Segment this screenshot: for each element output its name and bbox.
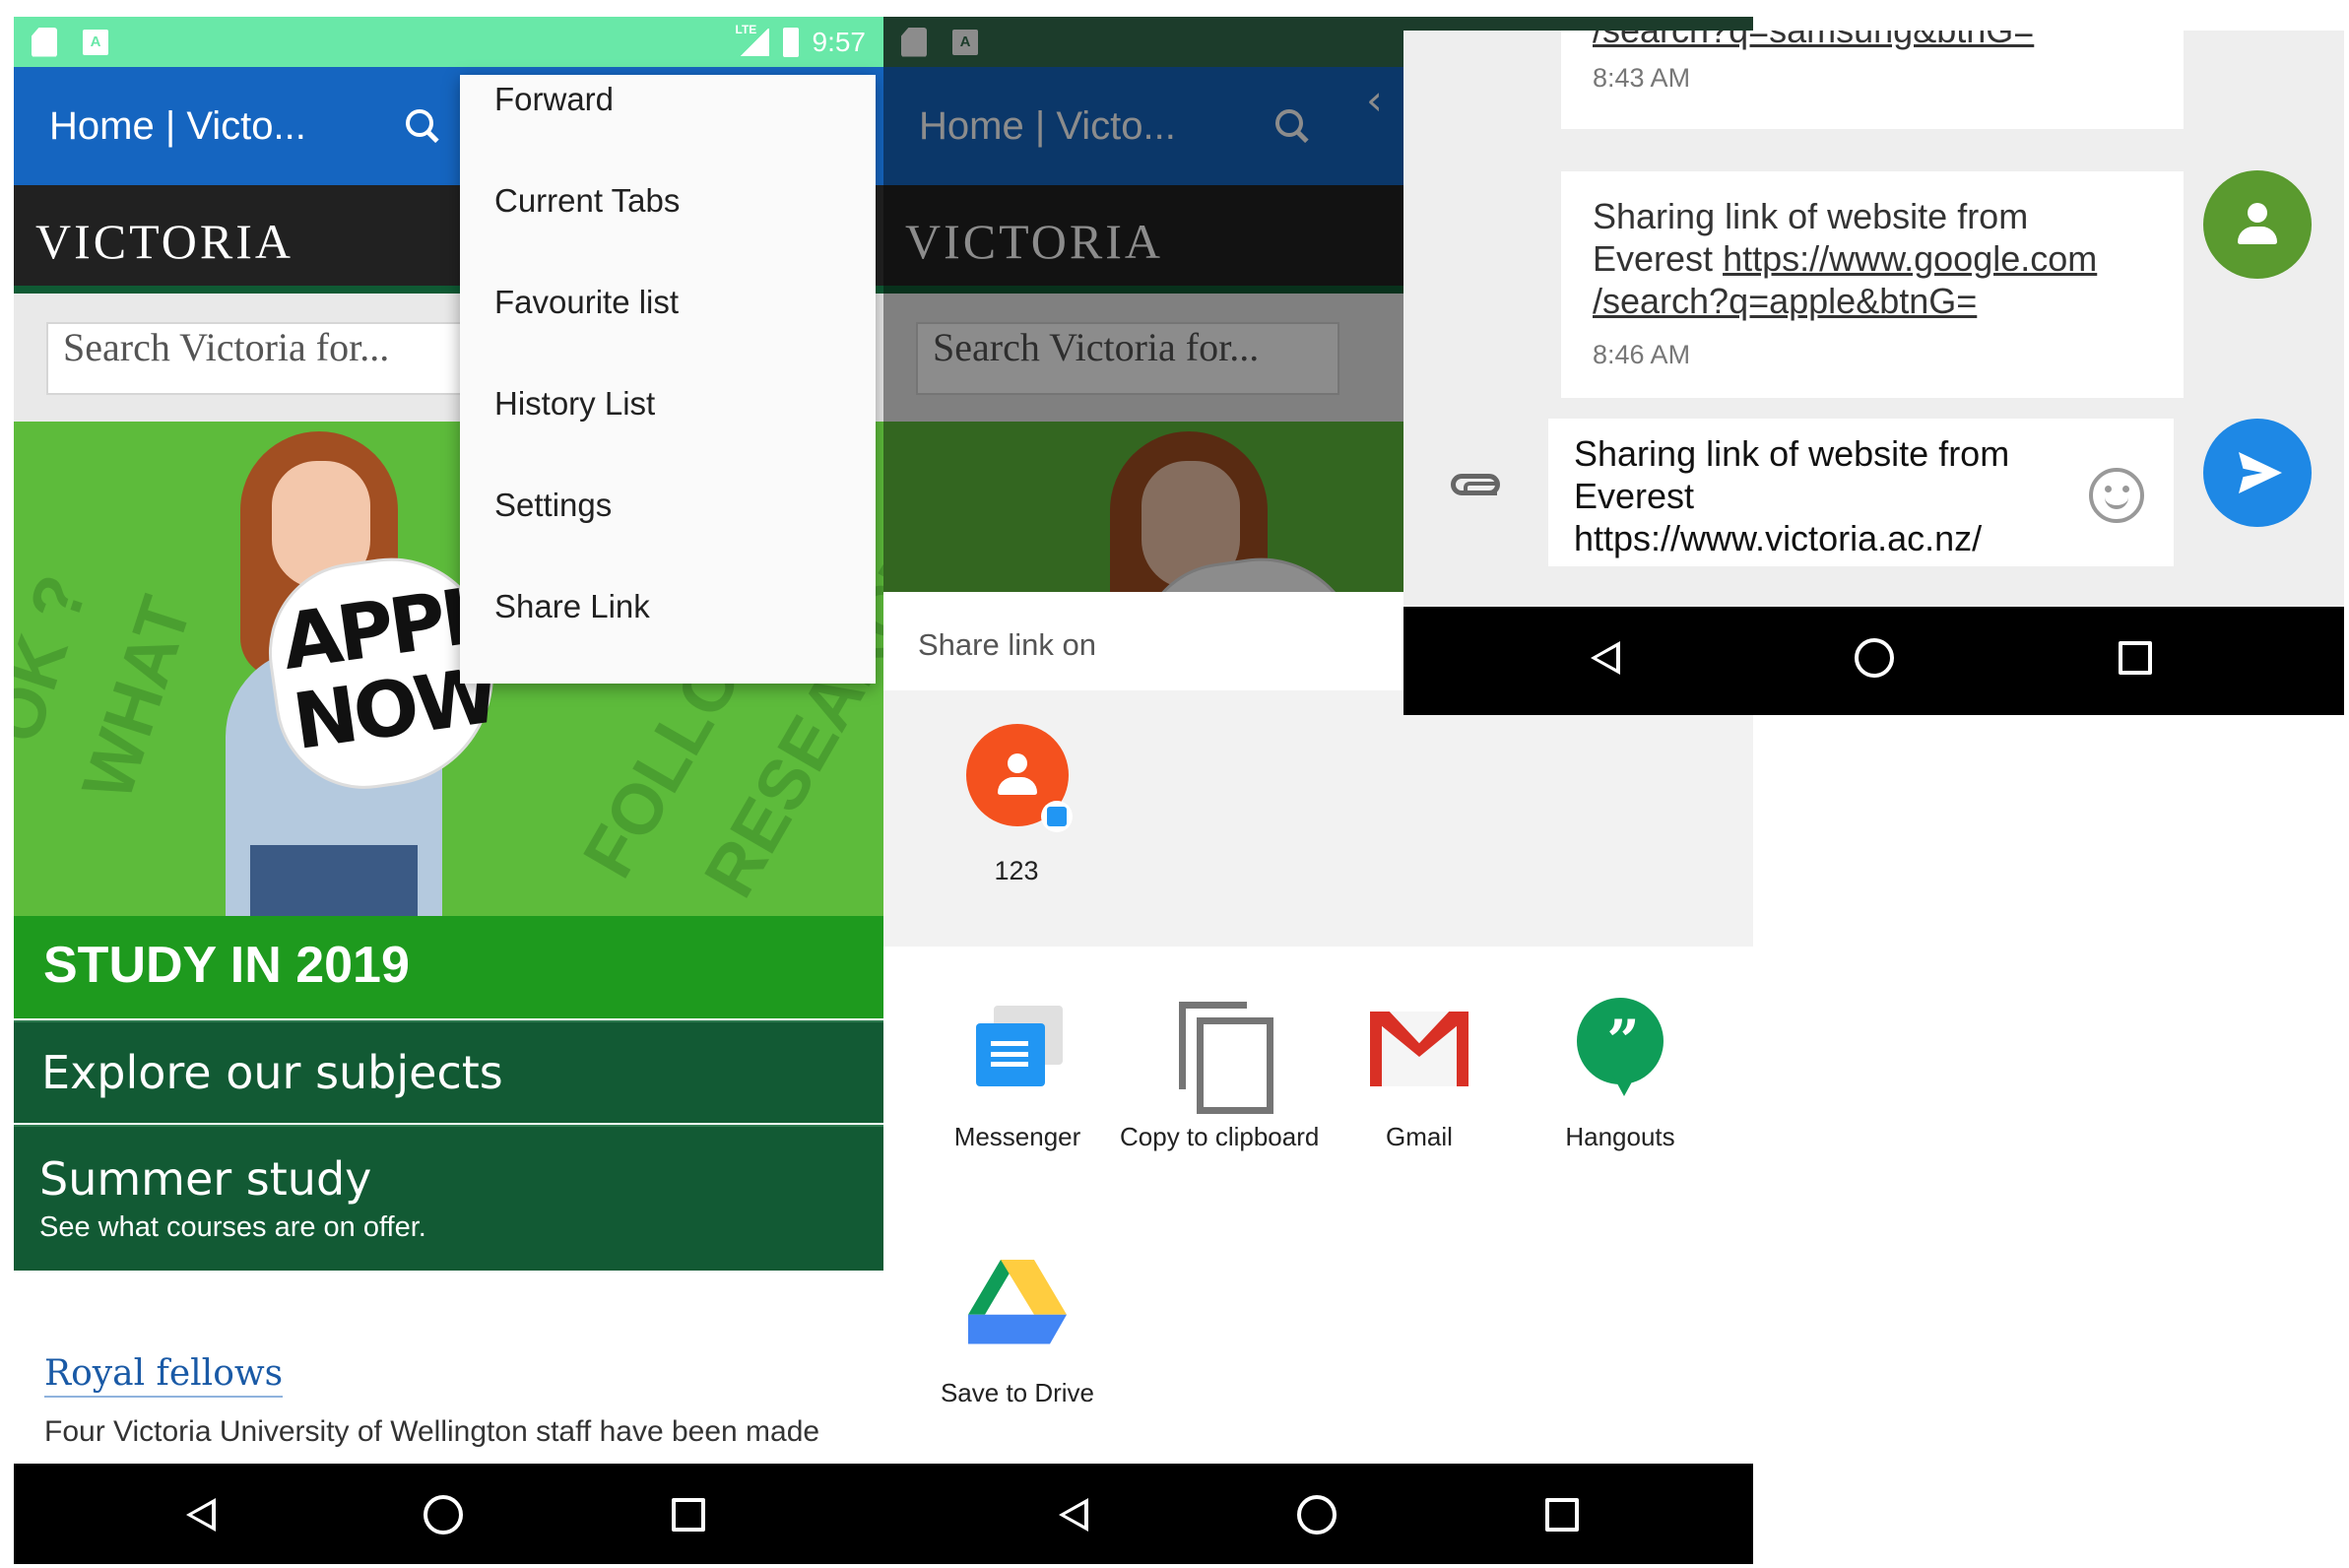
- menu-item-current-tabs[interactable]: Current Tabs: [460, 182, 876, 284]
- page-title[interactable]: Home | Victo...: [49, 104, 374, 149]
- messaging-screen: /search?q=samsung&btnG= 8:43 AM Sharing …: [1403, 31, 2344, 715]
- gmail-icon: [1368, 998, 1470, 1100]
- compose-line: https://www.victoria.ac.nz/: [1574, 518, 1983, 558]
- victoria-logo: VICTORIA: [905, 214, 1163, 269]
- search-icon: [1273, 107, 1311, 145]
- menu-item-share-link[interactable]: Share Link: [460, 588, 876, 689]
- back-icon[interactable]: [1591, 641, 1620, 675]
- share-messenger[interactable]: Messenger: [919, 998, 1116, 1152]
- battery-icon: [782, 27, 799, 57]
- compose-input[interactable]: Sharing link of website from Everest htt…: [1548, 419, 2174, 566]
- message-time: 8:46 AM: [1593, 340, 1691, 369]
- message-link-text[interactable]: /search?q=samsung&btnG=: [1593, 31, 2034, 50]
- home-icon[interactable]: [1855, 638, 1894, 678]
- person-icon: [996, 753, 1039, 797]
- status-time: 9:57: [812, 26, 867, 57]
- study-banner[interactable]: STUDY IN 2019: [14, 916, 883, 1018]
- hangouts-icon: ”: [1569, 998, 1671, 1100]
- share-sheet-title: Share link on: [918, 627, 1096, 662]
- home-icon[interactable]: [424, 1495, 463, 1535]
- news-excerpt: Four Victoria University of Wellington s…: [44, 1415, 820, 1448]
- home-icon[interactable]: [1297, 1495, 1337, 1535]
- paperclip-icon[interactable]: [1451, 474, 1500, 495]
- hero-person-jeans: [250, 845, 418, 916]
- recents-icon[interactable]: [2119, 641, 2152, 675]
- composite-screenshot: LTE 9:57 Home | Victo... VICTORIA Search…: [0, 0, 2349, 1568]
- message-link[interactable]: /search?q=samsung&btnG=: [1593, 31, 2152, 51]
- status-bar: LTE 9:57: [14, 17, 883, 67]
- share-app-label: Messenger: [953, 1122, 1081, 1151]
- direct-share-row: 123: [883, 690, 1753, 947]
- sd-card-icon: [901, 27, 927, 57]
- victoria-logo[interactable]: VICTORIA: [35, 213, 294, 270]
- share-copy-to-clipboard[interactable]: Copy to clipboard: [1120, 998, 1320, 1152]
- page-title: Home | Victo...: [919, 103, 1176, 148]
- message-bubble[interactable]: /search?q=samsung&btnG= 8:43 AM: [1561, 31, 2184, 129]
- menu-item-settings[interactable]: Settings: [460, 487, 876, 588]
- sd-card-icon: [32, 27, 57, 57]
- chevron-left-icon: ‹: [1366, 76, 1383, 124]
- summer-study-title: Summer study: [39, 1152, 372, 1206]
- menu-item-forward[interactable]: Forward: [460, 81, 876, 182]
- compose-line: Everest: [1574, 476, 1695, 516]
- copy-icon: [1167, 998, 1273, 1114]
- back-icon[interactable]: [186, 1498, 216, 1532]
- compose-line: Sharing link of website from: [1574, 433, 2010, 474]
- share-gmail[interactable]: Gmail: [1321, 998, 1518, 1152]
- share-save-to-drive[interactable]: Save to Drive: [919, 1254, 1116, 1408]
- explore-subjects-link[interactable]: Explore our subjects: [14, 1020, 883, 1123]
- person-icon: [2236, 203, 2279, 246]
- messenger-icon: [966, 998, 1069, 1100]
- message-body: Sharing link of website from Everest htt…: [1593, 195, 2152, 322]
- emoji-icon[interactable]: [2089, 468, 2144, 523]
- site-search-input: Search Victoria for...: [916, 322, 1339, 395]
- summer-study-subtitle: See what courses are on offer.: [39, 1211, 426, 1243]
- overflow-menu: Forward Current Tabs Favourite list Hist…: [460, 75, 876, 684]
- drive-icon: [966, 1254, 1069, 1356]
- a-icon: [83, 29, 108, 55]
- share-app-label: Copy to clipboard: [1120, 1122, 1320, 1151]
- a-icon: [952, 29, 978, 55]
- send-icon: [2239, 452, 2282, 493]
- back-icon[interactable]: [1059, 1498, 1088, 1532]
- nav-bar: [883, 1464, 1753, 1564]
- browser-screen-menu: LTE 9:57 Home | Victo... VICTORIA Search…: [14, 17, 883, 1564]
- nav-bar: [14, 1464, 883, 1564]
- lte-signal-icon: LTE: [736, 23, 769, 56]
- search-icon[interactable]: [404, 107, 441, 145]
- send-button[interactable]: [2203, 419, 2312, 527]
- contact-label: 123: [994, 856, 1039, 885]
- message-bubble[interactable]: Sharing link of website from Everest htt…: [1561, 171, 2184, 398]
- share-app-label: Save to Drive: [940, 1378, 1095, 1407]
- menu-item-favourite-list[interactable]: Favourite list: [460, 284, 876, 385]
- share-hangouts[interactable]: ” Hangouts: [1522, 998, 1719, 1152]
- share-app-label: Gmail: [1386, 1122, 1453, 1151]
- network-label: LTE: [735, 22, 757, 36]
- message-time: 8:43 AM: [1593, 63, 1691, 93]
- share-app-label: Hangouts: [1565, 1122, 1675, 1151]
- messenger-badge-icon: [1041, 801, 1073, 832]
- message-link-text[interactable]: /search?q=apple&btnG=: [1593, 281, 1977, 321]
- site-search-input[interactable]: Search Victoria for...: [46, 322, 470, 395]
- status-right: LTE 9:57: [736, 23, 867, 58]
- menu-item-history-list[interactable]: History List: [460, 385, 876, 487]
- message-link-text[interactable]: https://www.google.com: [1723, 238, 2097, 279]
- nav-bar: [1403, 607, 2344, 715]
- recents-icon[interactable]: [1545, 1498, 1579, 1532]
- share-sheet: Share link on 123 Messenger Copy to clip…: [883, 592, 1753, 1464]
- sender-avatar[interactable]: [2203, 170, 2312, 279]
- summer-study-link[interactable]: Summer study See what courses are on off…: [14, 1125, 883, 1271]
- news-title-link[interactable]: Royal fellows: [44, 1353, 284, 1398]
- recents-icon[interactable]: [672, 1498, 705, 1532]
